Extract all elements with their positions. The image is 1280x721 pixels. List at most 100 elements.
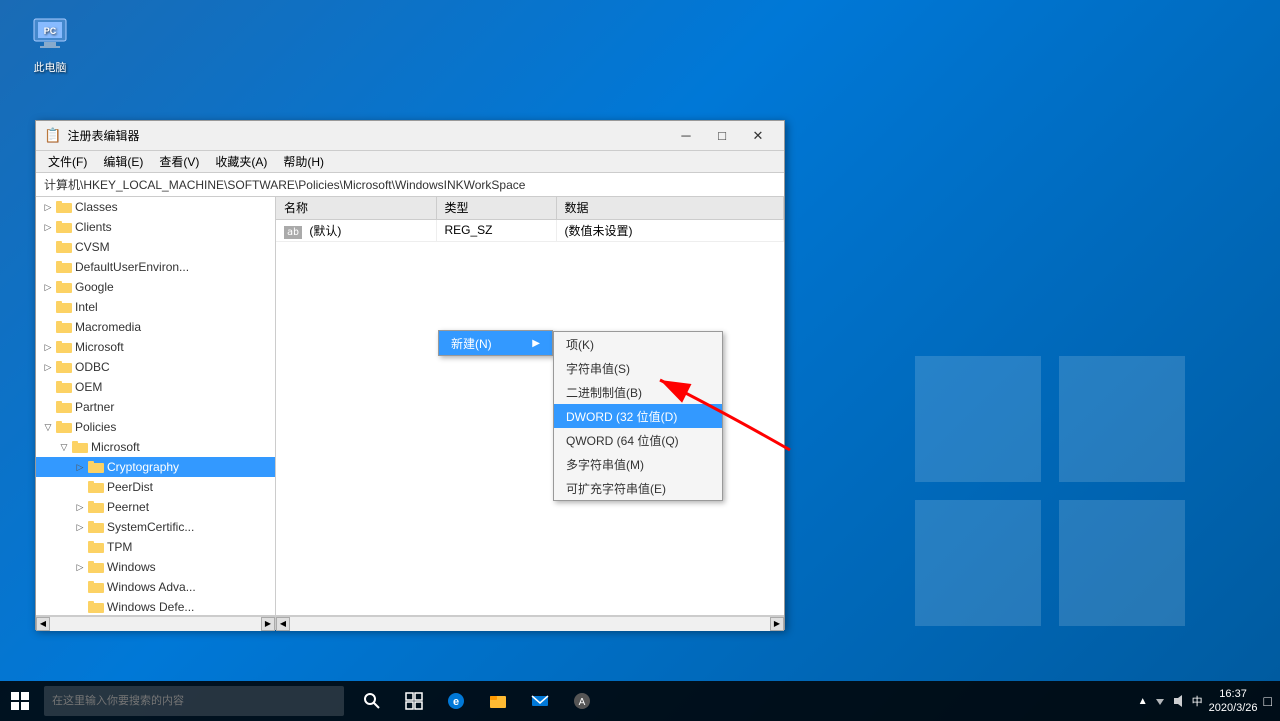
expand-icon[interactable]: ▷ <box>72 559 88 575</box>
ime-indicator[interactable]: 中 <box>1192 693 1203 709</box>
data-hscrollbar[interactable]: ◀ ▶ <box>276 616 784 630</box>
tree-label: CVSM <box>75 240 110 254</box>
desktop-icon-computer[interactable]: PC 此电脑 <box>15 15 85 75</box>
menu-help[interactable]: 帮助(H) <box>275 151 332 172</box>
tree-label: Macromedia <box>75 320 141 334</box>
tree-item-classes[interactable]: ▷ Classes <box>36 197 275 217</box>
expand-icon[interactable]: ▷ <box>40 359 56 375</box>
menu-file[interactable]: 文件(F) <box>40 151 95 172</box>
tree-panel-inner[interactable]: ▷ Classes ▷ Clients ▷ CVSM <box>36 197 275 615</box>
expand-icon[interactable]: ▽ <box>40 419 56 435</box>
taskbar-taskview-icon[interactable] <box>394 681 434 721</box>
expand-icon[interactable]: ▷ <box>72 519 88 535</box>
tree-item-peerdist[interactable]: ▷ PeerDist <box>36 477 275 497</box>
tree-label: ODBC <box>75 360 110 374</box>
tree-item-oem[interactable]: ▷ OEM <box>36 377 275 397</box>
tree-label: Windows <box>107 560 156 574</box>
window-titlebar: 📋 注册表编辑器 ─ □ ✕ <box>36 121 784 151</box>
tree-label: Windows Defe... <box>107 600 194 614</box>
tree-item-windows[interactable]: ▷ Windows <box>36 557 275 577</box>
tree-item-cvsm[interactable]: ▷ CVSM <box>36 237 275 257</box>
submenu-arrow: ▶ <box>532 338 540 349</box>
submenu-label: QWORD (64 位值(Q) <box>566 432 679 449</box>
taskbar-mail-icon[interactable] <box>520 681 560 721</box>
tree-item-partner[interactable]: ▷ Partner <box>36 397 275 417</box>
tree-item-windows-adv[interactable]: ▷ Windows Adva... <box>36 577 275 597</box>
submenu-item-qword[interactable]: QWORD (64 位值(Q) <box>554 428 722 452</box>
taskbar-tray: ▲ 中 <box>1138 693 1203 709</box>
tree-item-clients[interactable]: ▷ Clients <box>36 217 275 237</box>
scroll-right-btn[interactable]: ▶ <box>261 617 275 631</box>
tree-item-policies[interactable]: ▽ Policies <box>36 417 275 437</box>
submenu-item-binary[interactable]: 二进制制值(B) <box>554 380 722 404</box>
taskbar-search-input[interactable] <box>44 686 344 716</box>
submenu-item-key[interactable]: 项(K) <box>554 332 722 356</box>
taskbar-search-icon[interactable] <box>352 681 392 721</box>
notification-icon[interactable]: □ <box>1264 693 1272 709</box>
maximize-button[interactable]: □ <box>704 122 740 150</box>
new-menu-label: 新建(N) <box>451 335 492 352</box>
new-menu: 新建(N) ▶ 项(K) 字符串值(S) 二进制制值(B) DWORD (32 … <box>438 330 553 356</box>
tree-item-odbc[interactable]: ▷ ODBC <box>36 357 275 377</box>
tree-item-defaultuser[interactable]: ▷ DefaultUserEnviron... <box>36 257 275 277</box>
expand-icon[interactable]: ▷ <box>72 499 88 515</box>
computer-icon: PC <box>30 15 70 55</box>
start-button[interactable] <box>0 681 40 721</box>
tree-item-peernet[interactable]: ▷ Peernet <box>36 497 275 517</box>
expand-icon[interactable]: ▷ <box>40 279 56 295</box>
menu-edit[interactable]: 编辑(E) <box>95 151 151 172</box>
submenu-item-string[interactable]: 字符串值(S) <box>554 356 722 380</box>
taskbar-clock[interactable]: 16:37 2020/3/26 <box>1209 687 1258 716</box>
network-icon <box>1152 693 1168 709</box>
expand-icon[interactable]: ▷ <box>40 339 56 355</box>
scroll-left-btn[interactable]: ◀ <box>36 617 50 631</box>
taskbar-explorer-icon[interactable] <box>478 681 518 721</box>
close-button[interactable]: ✕ <box>740 122 776 150</box>
tree-item-cryptography[interactable]: ▷ Cryptography <box>36 457 275 477</box>
submenu-label: 项(K) <box>566 336 594 353</box>
tree-item-google[interactable]: ▷ Google <box>36 277 275 297</box>
window-title: 注册表编辑器 <box>67 127 668 144</box>
tree-label: Classes <box>75 200 118 214</box>
scroll-track[interactable] <box>50 617 261 631</box>
menu-favorites[interactable]: 收藏夹(A) <box>207 151 275 172</box>
tree-hscrollbar[interactable]: ◀ ▶ <box>36 616 276 630</box>
submenu-item-expandstring[interactable]: 可扩充字符串值(E) <box>554 476 722 500</box>
expand-icon[interactable]: ▽ <box>56 439 72 455</box>
taskbar-app-icon[interactable]: A <box>562 681 602 721</box>
scroll-track2[interactable] <box>290 617 770 631</box>
tree-item-microsoft[interactable]: ▷ Microsoft <box>36 337 275 357</box>
clock-time: 16:37 <box>1209 687 1258 701</box>
tree-item-tpm[interactable]: ▷ TPM <box>36 537 275 557</box>
tree-item-macromedia[interactable]: ▷ Macromedia <box>36 317 275 337</box>
scroll-right-btn2[interactable]: ▶ <box>770 617 784 631</box>
col-type: 类型 <box>436 197 556 219</box>
expand-icon[interactable]: ▷ <box>40 199 56 215</box>
svg-text:A: A <box>579 697 586 708</box>
minimize-button[interactable]: ─ <box>668 122 704 150</box>
tray-arrow[interactable]: ▲ <box>1138 696 1148 707</box>
table-row[interactable]: ab (默认) REG_SZ (数值未设置) <box>276 219 784 241</box>
tree-label: Google <box>75 280 114 294</box>
expand-icon[interactable]: ▷ <box>72 459 88 475</box>
tree-label: PeerDist <box>107 480 153 494</box>
computer-label: 此电脑 <box>34 59 67 75</box>
tree-label: OEM <box>75 380 102 394</box>
tree-label: Peernet <box>107 500 149 514</box>
tree-item-policies-microsoft[interactable]: ▽ Microsoft <box>36 437 275 457</box>
address-bar: 计算机\HKEY_LOCAL_MACHINE\SOFTWARE\Policies… <box>36 173 784 197</box>
context-menu: 新建(N) ▶ 项(K) 字符串值(S) 二进制制值(B) DWORD (32 … <box>438 330 553 356</box>
tree-item-systemcert[interactable]: ▷ SystemCertific... <box>36 517 275 537</box>
scroll-left-btn2[interactable]: ◀ <box>276 617 290 631</box>
new-menu-item[interactable]: 新建(N) ▶ <box>439 331 552 355</box>
tree-item-windows-def[interactable]: ▷ Windows Defe... <box>36 597 275 615</box>
submenu-label: 可扩充字符串值(E) <box>566 480 666 497</box>
reg-name: (默认) <box>309 224 341 238</box>
tree-item-intel[interactable]: ▷ Intel <box>36 297 275 317</box>
volume-icon <box>1172 693 1188 709</box>
submenu-item-multistring[interactable]: 多字符串值(M) <box>554 452 722 476</box>
menu-view[interactable]: 查看(V) <box>151 151 207 172</box>
expand-icon[interactable]: ▷ <box>40 219 56 235</box>
taskbar-edge-icon[interactable]: e <box>436 681 476 721</box>
submenu-item-dword[interactable]: DWORD (32 位值(D) <box>554 404 722 428</box>
